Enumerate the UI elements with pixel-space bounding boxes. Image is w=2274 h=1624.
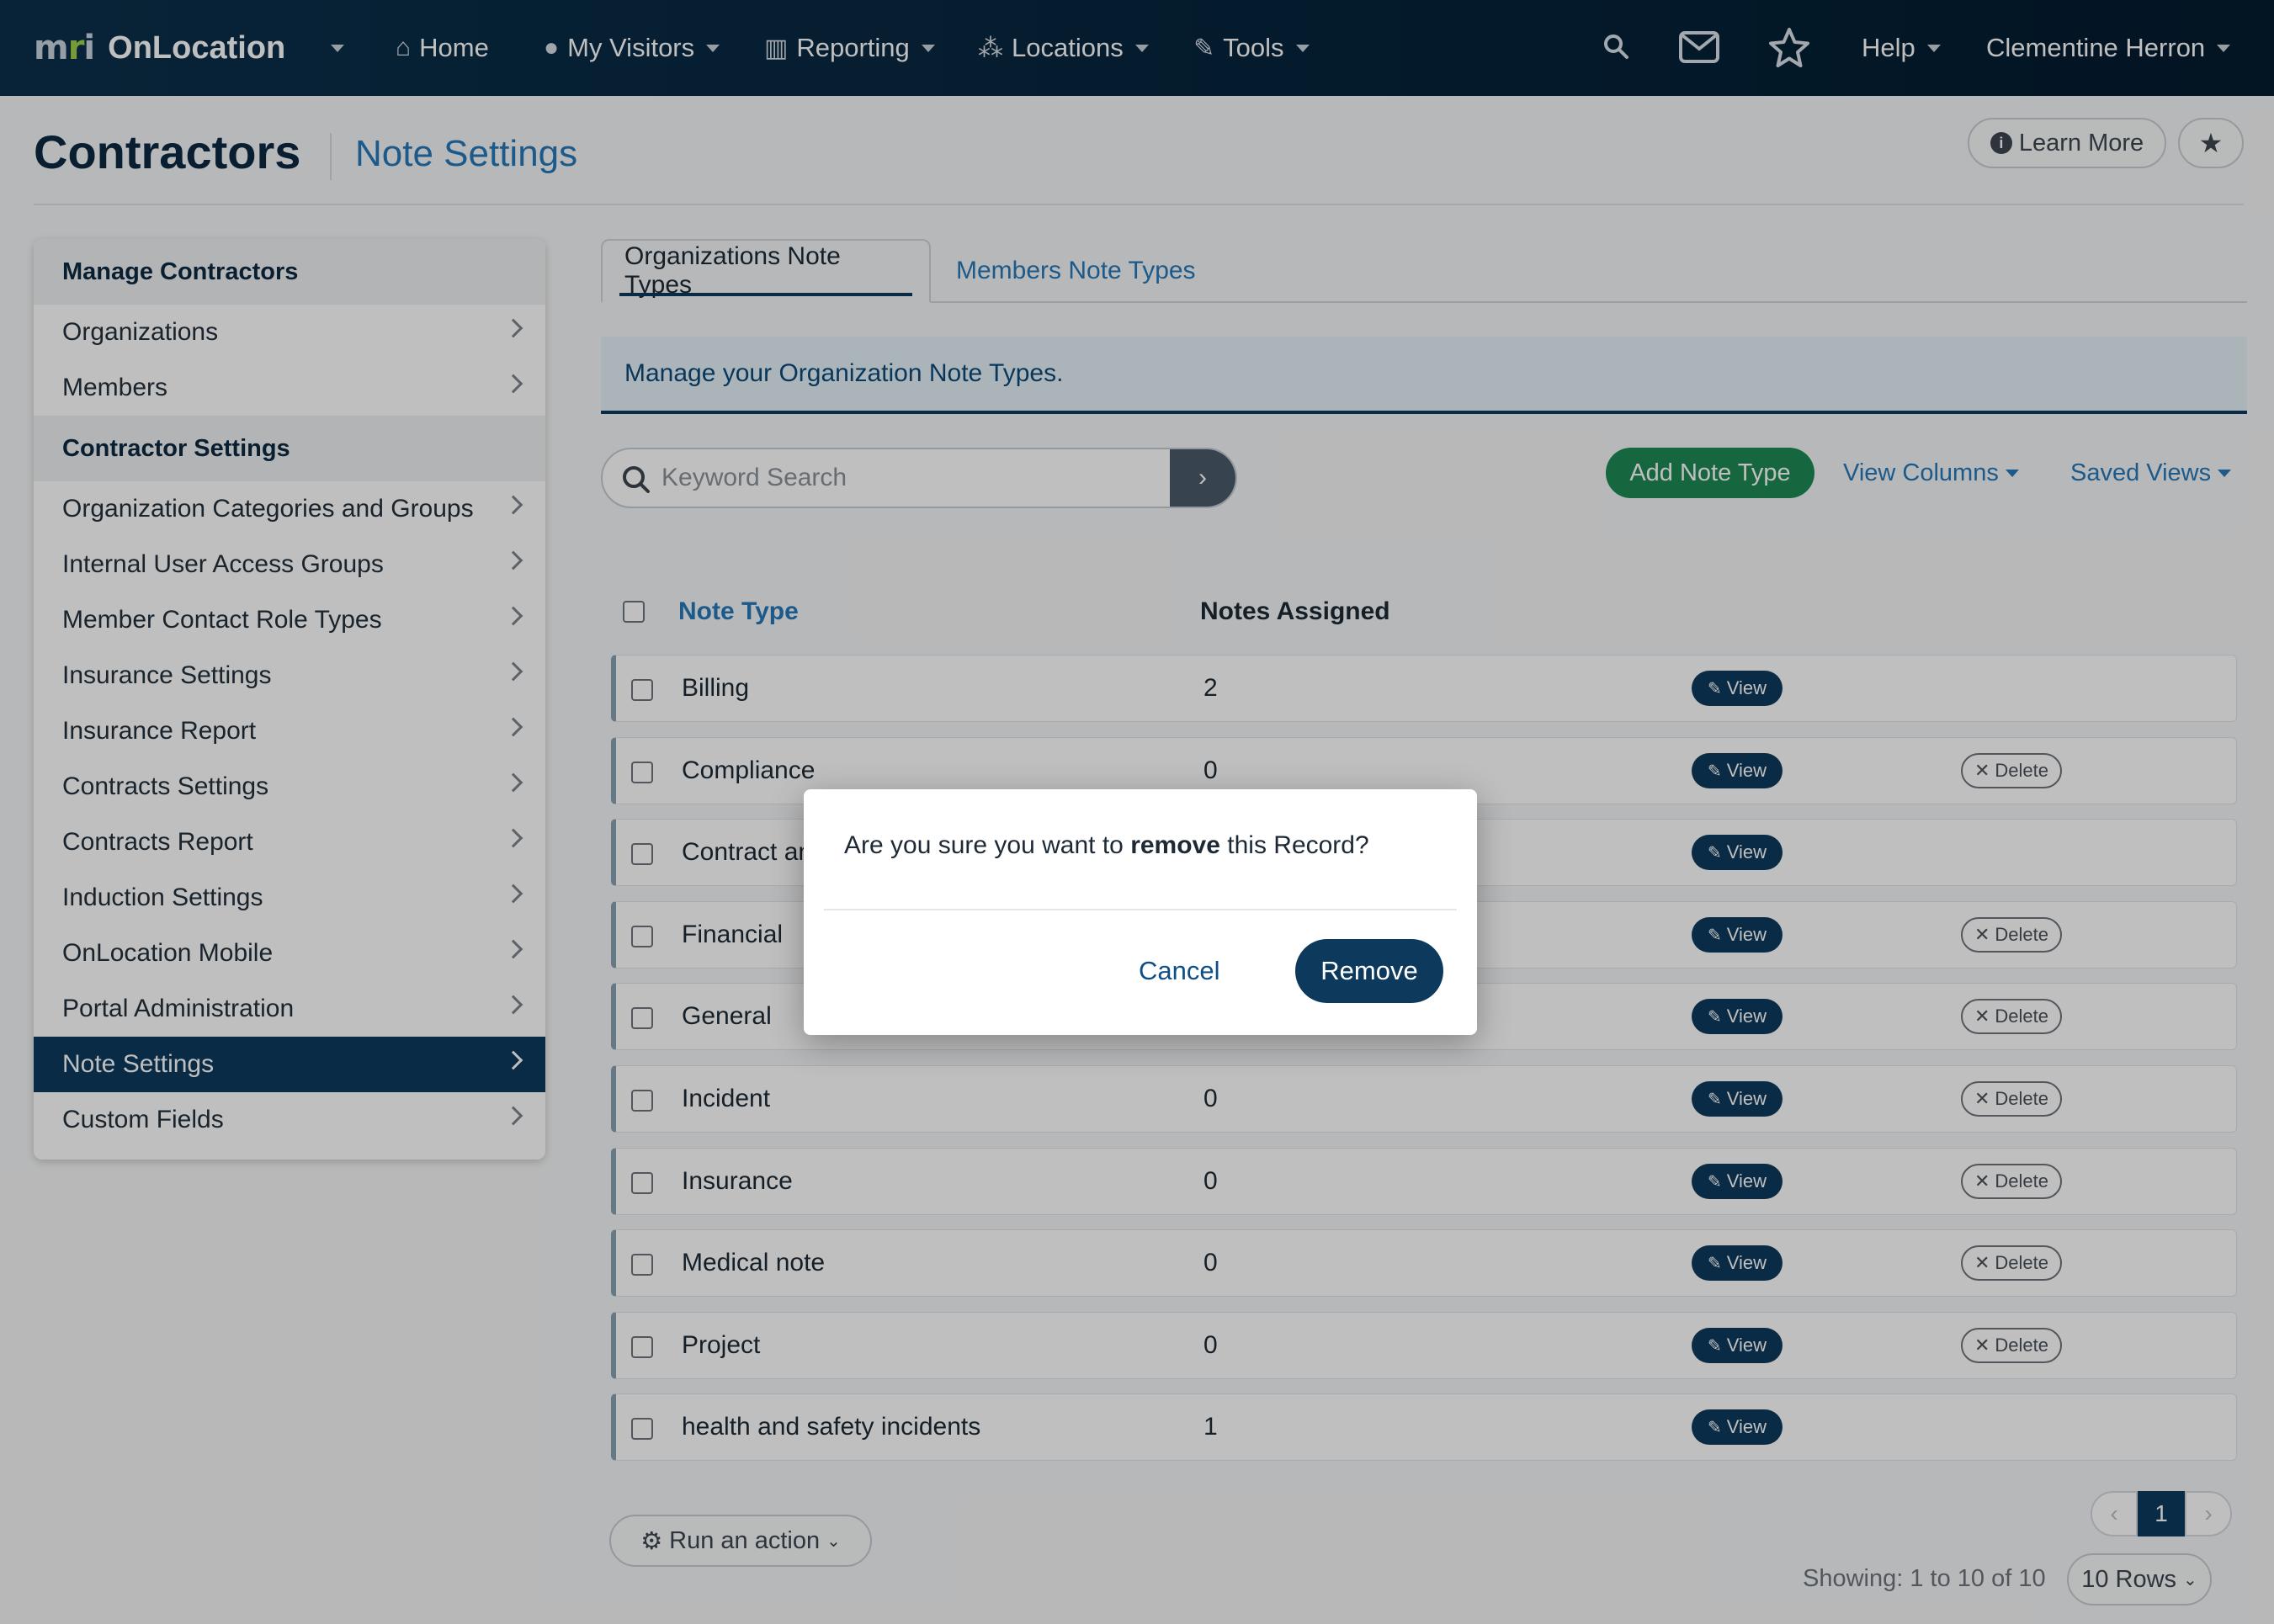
confirm-message-emphasis: remove xyxy=(1130,831,1220,859)
confirm-message-end: this Record? xyxy=(1219,831,1369,859)
confirm-message-start: Are you sure you want to xyxy=(844,831,1131,859)
remove-button[interactable]: Remove xyxy=(1295,939,1443,1003)
cancel-button[interactable]: Cancel xyxy=(1139,939,1220,1003)
dialog-divider xyxy=(824,909,1457,910)
confirm-remove-dialog: Are you sure you want to remove this Rec… xyxy=(804,789,1477,1035)
confirm-message: Are you sure you want to remove this Rec… xyxy=(844,831,1369,860)
